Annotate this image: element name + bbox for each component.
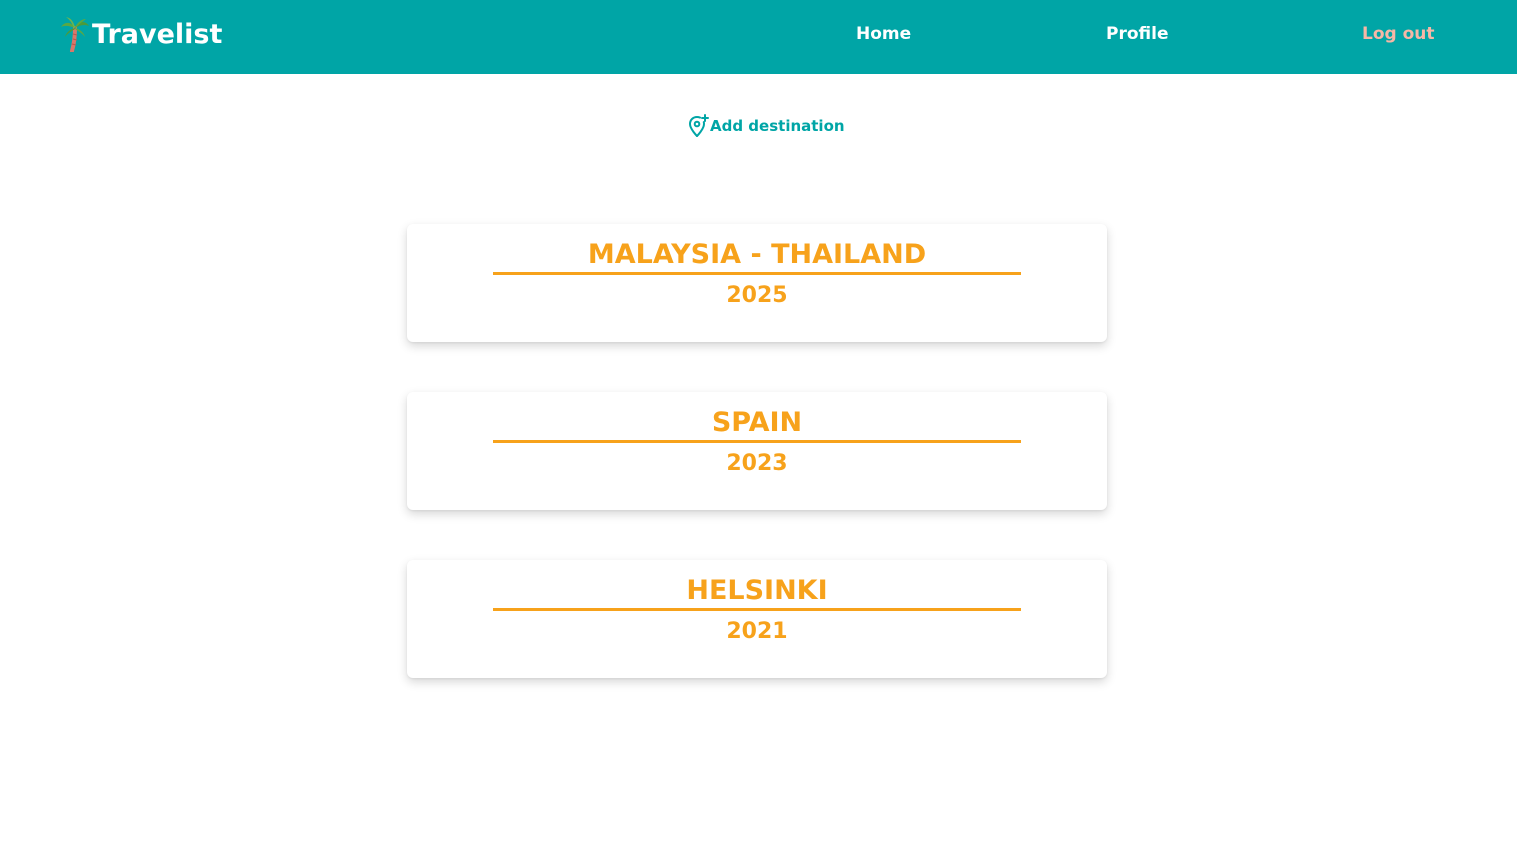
destination-year: 2023 (726, 451, 788, 476)
add-destination-label: Add destination (710, 117, 845, 135)
palm-tree-icon (60, 16, 90, 53)
destination-card[interactable]: MALAYSIA - THAILAND 2025 (407, 224, 1107, 342)
navbar: Travelist Home Profile Log out (0, 0, 1517, 74)
destination-name: MALAYSIA - THAILAND (493, 238, 1021, 275)
nav-home-link[interactable]: Home (856, 24, 911, 44)
add-destination-button[interactable]: Add destination (687, 114, 845, 138)
destination-year: 2021 (726, 619, 788, 644)
destination-card[interactable]: SPAIN 2023 (407, 392, 1107, 510)
destination-card[interactable]: HELSINKI 2021 (407, 560, 1107, 678)
nav-logout-link[interactable]: Log out (1362, 24, 1435, 44)
brand-link[interactable]: Travelist (60, 16, 223, 53)
brand-name: Travelist (92, 18, 223, 50)
destination-year: 2025 (726, 283, 788, 308)
destination-name: HELSINKI (493, 574, 1021, 611)
nav-profile-link[interactable]: Profile (1106, 24, 1168, 44)
map-pin-plus-icon (688, 114, 709, 137)
destination-name: SPAIN (493, 406, 1021, 443)
